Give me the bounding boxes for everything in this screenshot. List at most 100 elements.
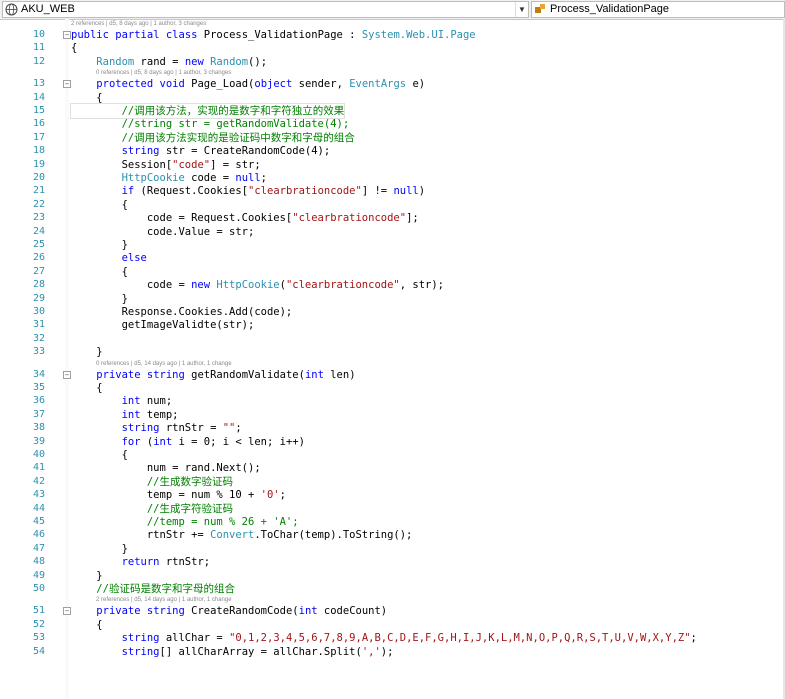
code-line[interactable]: 49 } [0,569,785,583]
code-line[interactable]: 26 else [0,251,785,265]
code-text: //验证码是数字和字母的组合 [96,583,235,595]
code-line[interactable]: 22 { [0,198,785,212]
member-dropdown[interactable]: Process_ValidationPage [531,1,785,18]
code-line[interactable]: 43 temp = num % 10 + '0'; [0,488,785,502]
code-line[interactable]: 32 [0,332,785,346]
code-line[interactable]: 23 code = Request.Cookies["clearbrationc… [0,211,785,225]
project-name: AKU_WEB [21,3,75,15]
collapse-toggle-icon[interactable]: − [63,370,71,379]
code-line[interactable]: 17 //调用该方法实现的是验证码中数字和字母的组合 [0,131,785,145]
member-name: Process_ValidationPage [550,3,670,15]
line-number: 12 [32,55,45,67]
code-line[interactable]: 25 } [0,238,785,252]
line-number: 37 [32,408,45,420]
code-text: private string getRandomValidate(int len… [96,368,356,381]
code-line[interactable]: 45 //temp = num % 26 + 'A'; [0,515,785,529]
code-line[interactable]: 30 Response.Cookies.Add(code); [0,305,785,319]
code-line[interactable]: 52 { [0,618,785,632]
code-text: } [71,346,103,359]
line-number: 47 [32,542,45,554]
code-line[interactable]: 24 code.Value = str; [0,225,785,239]
code-line[interactable]: 41 num = rand.Next(); [0,461,785,475]
collapse-toggle-icon[interactable]: − [63,607,71,616]
code-line[interactable]: 31 getImageValidte(str); [0,318,785,332]
code-text: HttpCookie code = null; [121,172,267,184]
code-line[interactable]: 14 { [0,91,785,105]
code-text: public partial class Process_ValidationP… [71,29,476,41]
line-number: 38 [32,422,45,434]
line-number: 31 [32,319,45,331]
code-text: } [71,239,128,251]
code-text: { [71,382,103,394]
code-line[interactable]: 35 { [0,381,785,395]
code-line[interactable]: 50 //验证码是数字和字母的组合 [0,582,785,596]
code-line[interactable]: 13 − protected void Page_Load(object send… [0,77,785,91]
code-editor[interactable]: 2 references | d5, 8 days ago | 1 author… [0,19,785,699]
line-number: 30 [32,306,45,317]
code-line[interactable]: 11 { [0,41,785,55]
code-text: Session["code"] = str; [71,158,261,171]
code-text: //string str = getRandomValidate(4); [121,118,350,131]
code-line[interactable]: 37 int temp; [0,408,785,422]
collapse-toggle-icon[interactable]: − [63,80,71,89]
line-number: 41 [32,462,45,474]
code-line[interactable]: 39 for (int i = 0; i < len; i++) [0,435,785,449]
project-dropdown[interactable]: AKU_WEB ▼ [2,1,529,18]
line-number: 28 [32,279,45,291]
line-number: 40 [32,449,45,460]
collapse-toggle-icon[interactable]: − [63,31,71,39]
line-number: 51 [32,605,45,617]
code-text: { [71,449,128,461]
line-number: 46 [32,529,45,541]
code-line[interactable]: 54 string[] allCharArray = allChar.Split… [0,645,785,659]
code-line[interactable]: 53 string allChar = "0,1,2,3,4,5,6,7,8,9… [0,631,785,645]
code-line[interactable]: 16 //string str = getRandomValidate(4); [0,117,785,131]
line-number: 24 [32,225,45,237]
code-text: string str = CreateRandomCode(4); [121,145,331,158]
code-line[interactable]: 27 { [0,265,785,279]
code-line[interactable]: 40 { [0,448,785,462]
code-line[interactable]: 10 − public partial class Process_Validati… [0,28,785,42]
code-text: getImageValidte(str); [71,319,255,332]
code-text: else [121,252,147,265]
line-number: 49 [32,569,45,581]
code-line[interactable]: 19 Session["code"] = str; [0,158,785,172]
class-member-icon [535,4,545,13]
code-line[interactable]: 29 } [0,292,785,306]
code-text: } [71,569,103,582]
code-line[interactable]: 44 //生成字符验证码 [0,502,785,516]
code-line[interactable]: 48 return rtnStr; [0,555,785,569]
code-line[interactable]: 46 rtnStr += Convert.ToChar(temp).ToStri… [0,528,785,542]
line-number: 52 [32,618,45,630]
code-line[interactable]: 42 //生成数字验证码 [0,475,785,489]
line-number: 53 [32,632,45,644]
line-number: 11 [32,42,45,54]
code-line[interactable]: 12 Random rand = new Random(); [0,55,785,69]
code-line[interactable]: 20 HttpCookie code = null; [0,171,785,185]
code-line[interactable]: 51 − private string CreateRandomCode(int … [0,604,785,618]
code-line[interactable]: 28 code = new HttpCookie("clearbrationco… [0,278,785,292]
code-line[interactable]: 38 string rtnStr = ""; [0,421,785,435]
code-line[interactable]: 21 if (Request.Cookies["clearbrationcode… [0,184,785,198]
line-number: 16 [32,118,45,130]
line-number: 26 [32,252,45,264]
line-number: 44 [32,502,45,514]
line-number: 42 [32,475,45,487]
code-text: { [71,42,78,55]
line-number: 32 [32,332,45,344]
code-line[interactable]: 18 string str = CreateRandomCode(4); [0,144,785,158]
code-line[interactable]: 33 } [0,345,785,359]
code-text: //调用该方法，实现的是数字和字符独立的效果 [69,103,346,119]
code-line[interactable]: 36 int num; [0,394,785,408]
line-number: 19 [32,158,45,170]
chevron-down-icon[interactable]: ▼ [515,2,528,17]
code-text: private string CreateRandomCode(int code… [96,605,388,618]
code-text: } [71,542,128,555]
code-line[interactable]: 15 //调用该方法，实现的是数字和字符独立的效果 [0,103,785,119]
line-number: 29 [32,292,45,304]
line-number: 45 [32,516,45,527]
code-text: code = Request.Cookies["clearbrationcode… [71,212,419,225]
line-number: 20 [32,172,45,183]
code-line[interactable]: 47 } [0,542,785,556]
code-line[interactable]: 34 − private string getRandomValidate(int… [0,368,785,382]
